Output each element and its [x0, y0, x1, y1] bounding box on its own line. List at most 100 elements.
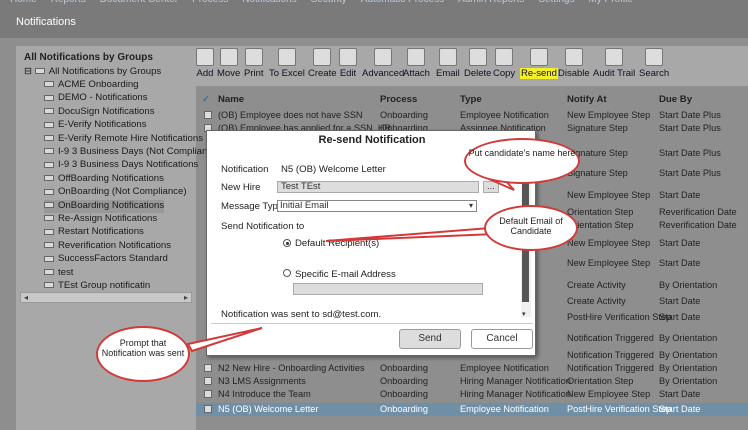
callout-email: Default Email of Candidate	[484, 205, 578, 251]
nav-item[interactable]: Reports	[51, 0, 86, 5]
row-checkbox[interactable]	[204, 111, 212, 119]
toolbar-search-icon	[645, 48, 664, 66]
nav-item[interactable]: Process	[192, 0, 228, 5]
cell-process: Onboarding	[380, 110, 429, 120]
folder-icon	[44, 269, 54, 276]
browse-button[interactable]: ...	[483, 181, 499, 193]
tree-item-label: I-9 3 Business Days Notifications	[58, 159, 199, 171]
nav-item[interactable]: My Profile	[588, 0, 632, 5]
cell-due: Start Date	[659, 190, 701, 200]
table-row[interactable]: N4 Introduce the Team Onboarding Hiring Ma…	[196, 388, 748, 401]
notification-value: N5 (OB) Welcome Letter	[281, 164, 386, 175]
tree-item[interactable]: OnBoarding (Not Compliance)	[44, 186, 187, 199]
toolbar-move-button[interactable]: Move	[217, 48, 240, 79]
tree-item[interactable]: test	[44, 267, 73, 280]
tree-item[interactable]: I-9 3 Business Days Notifications	[44, 159, 198, 172]
nav-item[interactable]: Settings	[538, 0, 574, 5]
row-checkbox[interactable]	[204, 377, 212, 385]
toolbar-label: Attach	[403, 68, 430, 79]
cell-name: N5 (OB) Welcome Letter	[218, 404, 319, 414]
tree-item[interactable]: I-9 3 Business Days (Not Complianc	[44, 146, 212, 159]
toolbar-copy-button[interactable]: Copy	[493, 48, 515, 79]
row-checkbox[interactable]	[204, 405, 212, 413]
tree-item[interactable]: Restart Notifications	[44, 226, 144, 239]
folder-icon	[44, 228, 54, 235]
toolbar-add-button[interactable]: Add	[196, 48, 214, 79]
cell-due: Start Date	[659, 258, 701, 268]
cancel-button[interactable]: Cancel	[471, 329, 533, 349]
col-notify[interactable]: Notify At	[567, 94, 607, 105]
cell-process: Onboarding	[380, 376, 429, 386]
folder-icon	[44, 282, 54, 289]
folder-icon	[44, 242, 54, 249]
toolbar-delete-button[interactable]: Delete	[464, 48, 491, 79]
scroll-down-icon[interactable]: ▾	[522, 310, 526, 318]
col-type[interactable]: Type	[460, 94, 482, 105]
folder-icon	[44, 108, 54, 115]
folder-icon	[44, 81, 54, 88]
tree-item[interactable]: ACME Onboarding	[44, 79, 139, 92]
toolbar-attach-button[interactable]: Attach	[403, 48, 430, 79]
tree-item[interactable]: OffBoarding Notifications	[44, 173, 164, 186]
table-row[interactable]: N3 LMS Assignments Onboarding Hiring Manag…	[196, 375, 748, 388]
col-name[interactable]: Name	[218, 94, 244, 105]
tree-item[interactable]: Reverification Notifications	[44, 240, 171, 253]
table-row[interactable]: (OB) Employee does not have SSN Onboardin…	[196, 109, 748, 122]
msgtype-select[interactable]: Initial Email ▾	[277, 200, 477, 212]
tree-item-label: SuccessFactors Standard	[58, 253, 168, 265]
divider	[211, 323, 533, 324]
scroll-right-icon[interactable]: ▸	[184, 293, 188, 302]
tree-item[interactable]: Re-Assign Notifications	[44, 213, 157, 226]
send-button[interactable]: Send	[399, 329, 461, 349]
tree-horizontal-scrollbar[interactable]: ◂ ▸	[20, 292, 192, 303]
specific-email-input[interactable]	[293, 283, 483, 295]
toolbar-to-excel-button[interactable]: To Excel	[269, 48, 305, 79]
nav-item[interactable]: Admin Reports	[458, 0, 524, 5]
toolbar-create-button[interactable]: Create	[308, 48, 337, 79]
tree-item[interactable]: DocuSign Notifications	[44, 106, 155, 119]
toolbar-email-button[interactable]: Email	[436, 48, 460, 79]
table-row[interactable]: N2 New Hire - Onboarding Activities Onboa…	[196, 362, 748, 375]
folder-icon	[44, 202, 54, 209]
tree-item[interactable]: E-Verify Remote Hire Notifications	[44, 133, 203, 146]
scroll-left-icon[interactable]: ◂	[24, 293, 28, 302]
nav-item[interactable]: Notifications	[242, 0, 296, 5]
specific-email-radio[interactable]	[283, 269, 291, 277]
cell-due: Start Date	[659, 238, 701, 248]
toolbar-audit-trail-button[interactable]: Audit Trail	[593, 48, 635, 79]
toolbar-advanced-button[interactable]: Advanced	[362, 48, 404, 79]
nav-item[interactable]: Document Center	[100, 0, 178, 5]
default-recipient-radio[interactable]	[283, 239, 291, 247]
tree-root[interactable]: ⊟ All Notifications by Groups	[24, 66, 161, 79]
cell-notify: Notification Triggered	[567, 333, 654, 343]
toolbar-label: Delete	[464, 68, 492, 79]
tree-item[interactable]: SuccessFactors Standard	[44, 253, 168, 266]
toolbar-edit-button[interactable]: Edit	[339, 48, 357, 79]
app-title: Notifications	[16, 16, 76, 28]
nav-item[interactable]: Home	[10, 0, 37, 5]
nav-item[interactable]: Automatic Process	[361, 0, 444, 5]
col-process[interactable]: Process	[380, 94, 417, 105]
col-due[interactable]: Due By	[659, 94, 692, 105]
tree-item[interactable]: E-Verify Notifications	[44, 119, 147, 132]
tree-item[interactable]: DEMO - Notifications	[44, 92, 148, 105]
toolbar-disable-button[interactable]: Disable	[558, 48, 590, 79]
msgtype-value: Initial Email	[280, 200, 329, 211]
default-recipient-label[interactable]: Default Recipient(s)	[295, 238, 379, 249]
row-checkbox[interactable]	[204, 364, 212, 372]
toolbar-search-button[interactable]: Search	[639, 48, 669, 79]
newhire-input[interactable]: Test TEst	[277, 181, 479, 193]
folder-icon	[44, 94, 54, 101]
row-checkbox[interactable]	[204, 390, 212, 398]
table-row[interactable]: N5 (OB) Welcome Letter Onboarding Employee…	[196, 403, 748, 416]
check-all-icon[interactable]: ✓	[202, 94, 210, 105]
specific-email-label[interactable]: Specific E-mail Address	[295, 269, 396, 280]
tree-item-label: Reverification Notifications	[58, 239, 172, 251]
toolbar-re-send-button[interactable]: Re-send	[520, 48, 558, 79]
nav-item[interactable]: Security	[311, 0, 347, 5]
cell-due: Start Date	[659, 389, 701, 399]
tree-item[interactable]: OnBoarding Notifications	[44, 199, 165, 213]
toolbar-print-button[interactable]: Print	[244, 48, 264, 79]
cell-due: By Orientation	[659, 333, 718, 343]
folder-icon	[44, 255, 54, 262]
